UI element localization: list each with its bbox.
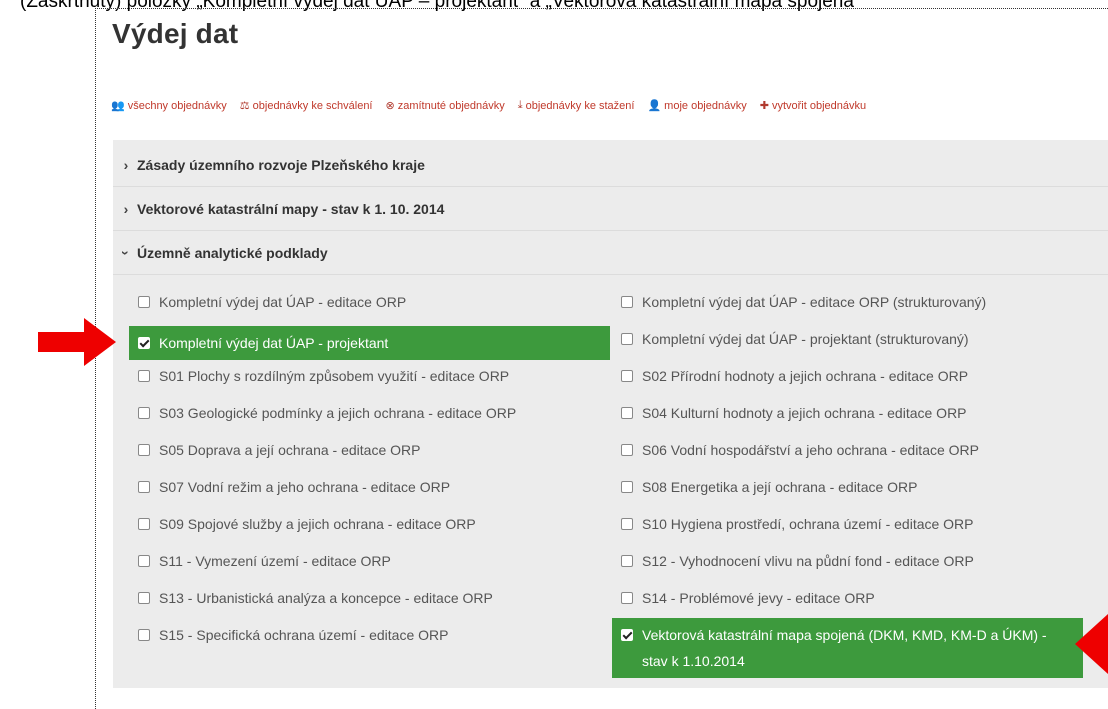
checkbox-label: S05 Doprava a její ochrana - editace ORP [159, 442, 421, 458]
checkbox-label: S06 Vodní hospodářství a jeho ochrana - … [642, 442, 979, 458]
checkbox-item[interactable]: S01 Plochy s rozdílným způsobem využití … [138, 363, 509, 389]
checkbox-label: S12 - Vyhodnocení vlivu na půdní fond - … [642, 553, 974, 569]
divider [113, 230, 1108, 231]
chevron-right-icon: › [123, 201, 129, 217]
checkbox-label: S04 Kulturní hodnoty a jejich ochrana - … [642, 405, 967, 421]
checkbox-item[interactable]: Kompletní výdej dat ÚAP - projektant [129, 326, 610, 360]
toolbar-link-rejected-orders[interactable]: ⊗ zamítnuté objednávky [385, 99, 505, 113]
checkbox-item[interactable]: S10 Hygiena prostředí, ochrana území - e… [621, 511, 974, 537]
checkbox[interactable] [621, 333, 633, 345]
arrow-right-icon [38, 318, 116, 366]
chevron-down-icon: › [118, 250, 134, 256]
checkbox-label: Kompletní výdej dat ÚAP - projektant (st… [642, 331, 969, 347]
section-label: Vektorové katastrální mapy - stav k 1. 1… [137, 201, 445, 217]
checkbox[interactable] [138, 481, 150, 493]
checkbox-label: S14 - Problémové jevy - editace ORP [642, 590, 875, 606]
checkbox[interactable] [138, 444, 150, 456]
checkbox-item[interactable]: S02 Přírodní hodnoty a jejich ochrana - … [621, 363, 968, 389]
section-vector-cadastral-maps[interactable]: › Vektorové katastrální mapy - stav k 1.… [113, 189, 1108, 229]
checkbox[interactable] [621, 407, 633, 419]
section-label: Zásady územního rozvoje Plzeňského kraje [137, 157, 425, 173]
checkbox[interactable] [138, 370, 150, 382]
checkbox[interactable] [621, 629, 633, 641]
checkbox-label: S09 Spojové služby a jejich ochrana - ed… [159, 516, 476, 532]
toolbar-link-orders-to-approve[interactable]: ⚖ objednávky ke schválení [239, 99, 373, 113]
checkbox-item[interactable]: S14 - Problémové jevy - editace ORP [621, 585, 875, 611]
checkbox[interactable] [621, 518, 633, 530]
toolbar-link-label: zamítnuté objednávky [397, 99, 505, 112]
page-title: Výdej dat [112, 18, 239, 49]
checkbox-label: S11 - Vymezení území - editace ORP [159, 553, 391, 569]
checkbox-item[interactable]: S13 - Urbanistická analýza a koncepce - … [138, 585, 493, 611]
toolbar-link-label: moje objednávky [664, 99, 747, 112]
checkbox[interactable] [138, 629, 150, 641]
arrow-left-icon [1075, 614, 1108, 674]
checkbox-item[interactable]: S06 Vodní hospodářství a jeho ochrana - … [621, 437, 979, 463]
checkbox-label: S10 Hygiena prostředí, ochrana území - e… [642, 516, 974, 532]
checkbox-label: S07 Vodní režim a jeho ochrana - editace… [159, 479, 451, 495]
checkbox[interactable] [621, 481, 633, 493]
checkbox-item[interactable]: Kompletní výdej dat ÚAP - editace ORP [138, 289, 406, 315]
checkbox[interactable] [621, 370, 633, 382]
checkbox[interactable] [138, 337, 150, 349]
checkbox[interactable] [621, 296, 633, 308]
checkbox[interactable] [621, 555, 633, 567]
checkbox-label: S01 Plochy s rozdílným způsobem využití … [159, 368, 510, 384]
gavel-icon: ⚖ [239, 100, 250, 112]
checkbox[interactable] [138, 592, 150, 604]
checkbox[interactable] [138, 518, 150, 530]
toolbar-link-label: všechny objednávky [127, 99, 227, 112]
checkbox-label: Vektorová katastrální mapa spojená (DKM,… [642, 627, 1047, 669]
checkbox[interactable] [138, 296, 150, 308]
checkbox-label: S15 - Specifická ochrana území - editace… [159, 627, 449, 643]
toolbar-link-label: vytvořit objednávku [771, 99, 867, 112]
section-label: Územně analytické podklady [137, 245, 328, 261]
checkbox-item[interactable]: S15 - Specifická ochrana území - editace… [138, 622, 448, 648]
checkbox[interactable] [621, 444, 633, 456]
toolbar-link-create-order[interactable]: ✚ vytvořit objednávku [759, 99, 867, 113]
checkbox-item[interactable]: S08 Energetika a její ochrana - editace … [621, 474, 918, 500]
checkbox-label: S13 - Urbanistická analýza a koncepce - … [159, 590, 493, 606]
checkbox-item[interactable]: Kompletní výdej dat ÚAP - projektant (st… [621, 326, 969, 352]
checkbox-item[interactable]: Kompletní výdej dat ÚAP - editace ORP (s… [621, 289, 986, 315]
cancel-circle-icon: ⊗ [385, 100, 395, 112]
checkbox-label: Kompletní výdej dat ÚAP - editace ORP [159, 294, 407, 310]
toolbar-link-label: objednávky ke schválení [252, 99, 373, 112]
checkbox-label: Kompletní výdej dat ÚAP - projektant [159, 335, 389, 351]
download-icon: ⤓ [517, 99, 523, 111]
checkbox-item[interactable]: Vektorová katastrální mapa spojená (DKM,… [612, 618, 1083, 678]
checkbox-item[interactable]: S04 Kulturní hodnoty a jejich ochrana - … [621, 400, 967, 426]
checkbox[interactable] [138, 407, 150, 419]
orders-toolbar: 👥 všechny objednávky ⚖ objednávky ke sch… [111, 99, 866, 112]
section-uap[interactable]: › Územně analytické podklady [113, 233, 1108, 273]
divider [113, 186, 1108, 187]
checkbox-item[interactable]: S05 Doprava a její ochrana - editace ORP [138, 437, 420, 463]
divider [113, 274, 1108, 275]
checkbox-label: S03 Geologické podmínky a jejich ochrana… [159, 405, 517, 421]
checkbox-item[interactable]: S07 Vodní režim a jeho ochrana - editace… [138, 474, 450, 500]
checkbox-item[interactable]: S12 - Vyhodnocení vlivu na půdní fond - … [621, 548, 974, 574]
users-icon: 👥 [111, 100, 125, 112]
checkbox-item[interactable]: S03 Geologické podmínky a jejich ochrana… [138, 400, 516, 426]
section-zur-plzen[interactable]: › Zásady územního rozvoje Plzeňského kra… [113, 145, 1108, 185]
checkbox-label: S08 Energetika a její ochrana - editace … [642, 479, 918, 495]
user-icon: 👤 [647, 100, 662, 112]
toolbar-link-all-orders[interactable]: 👥 všechny objednávky [111, 99, 227, 113]
checkbox-item[interactable]: S11 - Vymezení území - editace ORP [138, 548, 391, 574]
checkbox[interactable] [138, 555, 150, 567]
checkbox-label: Kompletní výdej dat ÚAP - editace ORP (s… [642, 294, 987, 310]
toolbar-link-label: objednávky ke stažení [525, 99, 635, 112]
chevron-right-icon: › [123, 157, 129, 173]
toolbar-link-orders-to-download[interactable]: ⤓ objednávky ke stažení [518, 99, 635, 112]
toolbar-link-my-orders[interactable]: 👤 moje objednávky [647, 99, 747, 113]
plus-icon: ✚ [759, 100, 769, 112]
checkbox-label: S02 Přírodní hodnoty a jejich ochrana - … [642, 368, 969, 384]
checkbox-item[interactable]: S09 Spojové služby a jejich ochrana - ed… [138, 511, 476, 537]
checkbox[interactable] [621, 592, 633, 604]
